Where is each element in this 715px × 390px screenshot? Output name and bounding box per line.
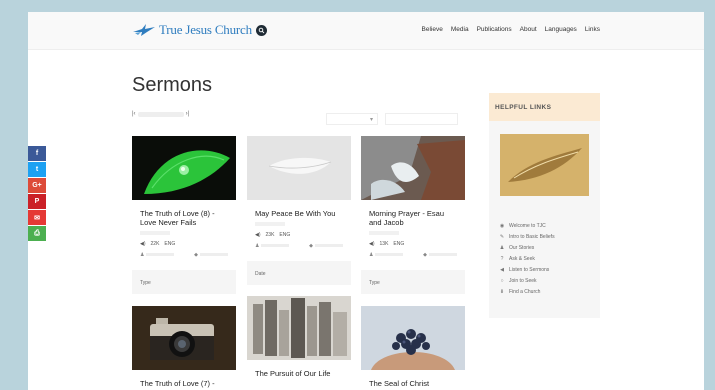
sermon-footer: Type: [132, 270, 236, 294]
sermon-title[interactable]: The Truth of Love (8) - Love Never Fails: [132, 209, 236, 227]
filter-select[interactable]: ▾: [326, 113, 378, 125]
helpful-link[interactable]: ✎ Intro to Basic Beliefs: [499, 231, 555, 242]
page-title: Sermons: [132, 74, 213, 96]
sermon-tags: ◀) 13K ENG: [361, 241, 465, 247]
sermon-language: ENG: [393, 241, 405, 247]
logo-text: True Jesus Church: [159, 22, 252, 37]
sermon-tags: ◀) 23K ENG: [247, 232, 351, 238]
helpful-links-panel: HELPFUL LINKS ◉ Welcome to TJC ✎ Intro to …: [489, 93, 600, 318]
speaker-icon: ◀): [140, 241, 146, 247]
sermon-thumbnail[interactable]: [247, 136, 351, 200]
sermon-footer: Type: [361, 270, 465, 294]
sermon-meta: ♟ ◆: [132, 252, 236, 258]
sermon-subtitle: [369, 231, 399, 235]
sermon-thumbnail[interactable]: [247, 296, 351, 360]
print-button[interactable]: ⎙: [28, 226, 46, 241]
sermon-meta: ♟ ◆: [361, 252, 465, 258]
sermon-thumbnail[interactable]: [132, 136, 236, 200]
filter-search-input[interactable]: [385, 113, 458, 125]
pagination: |‹ ›|: [132, 111, 189, 117]
sermon-title[interactable]: Morning Prayer - Esau and Jacob: [361, 209, 465, 227]
wrench-icon: ✎: [499, 233, 505, 240]
helpful-links-image[interactable]: [500, 134, 589, 196]
social-share-bar: f t G+ P ✉ ⎙: [28, 146, 46, 253]
sermon-views: 23K: [265, 232, 275, 238]
sermon-subtitle: [255, 222, 285, 226]
sermon-title[interactable]: The Pursuit of Our Life: [247, 369, 351, 378]
sermon-card[interactable]: The Truth of Love (7) -: [132, 306, 236, 388]
eye-icon: ◉: [499, 222, 505, 229]
helpful-link[interactable]: ♟ Our Stories: [499, 242, 555, 253]
user-icon: ♟: [140, 252, 175, 258]
pagination-bar[interactable]: [137, 111, 184, 117]
sermon-card[interactable]: The Seal of Christ: [361, 306, 465, 388]
sermon-tags: ◀) 22K ENG: [132, 241, 236, 247]
speaker-icon: ◀): [369, 241, 375, 247]
sermon-title[interactable]: The Seal of Christ: [361, 379, 465, 388]
speaker-icon: ◀): [255, 232, 261, 238]
prev-page-button[interactable]: |‹: [132, 111, 136, 117]
sermon-views: 22K: [150, 241, 160, 247]
sermon-title[interactable]: The Truth of Love (7) -: [132, 379, 236, 388]
sermon-thumbnail[interactable]: [132, 306, 236, 370]
nav-publications[interactable]: Publications: [477, 26, 512, 33]
twitter-share-button[interactable]: t: [28, 162, 46, 177]
pinterest-share-button[interactable]: P: [28, 194, 46, 209]
user-icon: ♟: [499, 244, 505, 251]
chevron-down-icon: ▾: [369, 117, 373, 123]
nav-media[interactable]: Media: [451, 26, 469, 33]
dove-logo-icon: [133, 24, 155, 36]
share-count: [28, 242, 46, 252]
clock-icon: ○: [500, 277, 504, 284]
helpful-link[interactable]: ◉ Welcome to TJC: [499, 220, 555, 231]
nav-links[interactable]: Links: [585, 26, 600, 33]
tag-icon: ◆: [309, 243, 343, 249]
sermon-language: ENG: [164, 241, 176, 247]
speaker-icon: ◀: [500, 266, 504, 273]
sermon-card[interactable]: The Pursuit of Our Life: [247, 296, 351, 378]
question-icon: ?: [500, 255, 504, 262]
site-header: True Jesus Church Believe Media Publicat…: [28, 12, 704, 50]
tag-icon: ◆: [423, 252, 457, 258]
sermon-thumbnail[interactable]: [361, 306, 465, 370]
search-icon[interactable]: [256, 25, 267, 36]
user-icon: ♟: [255, 243, 290, 249]
helpful-link[interactable]: ◀ Listen to Sermons: [499, 264, 555, 275]
helpful-links-list: ◉ Welcome to TJC ✎ Intro to Basic Beliefs …: [499, 220, 555, 297]
helpful-link[interactable]: ○ Join to Seek: [499, 275, 555, 286]
nav-believe[interactable]: Believe: [422, 26, 443, 33]
site-logo[interactable]: True Jesus Church: [132, 22, 252, 38]
sermon-title[interactable]: May Peace Be With You: [247, 209, 351, 218]
sermon-card[interactable]: The Truth of Love (8) - Love Never Fails…: [132, 136, 236, 294]
sermon-footer: Date: [247, 261, 351, 285]
main-nav: Believe Media Publications About Languag…: [422, 26, 600, 33]
sermon-language: ENG: [279, 232, 291, 238]
sermon-subtitle: [140, 231, 170, 235]
googleplus-share-button[interactable]: G+: [28, 178, 46, 193]
pin-icon: ⬇: [499, 288, 505, 295]
sermon-card[interactable]: May Peace Be With You ◀) 23K ENG ♟ ◆ Dat…: [247, 136, 351, 285]
sermon-views: 13K: [379, 241, 389, 247]
next-page-button[interactable]: ›|: [186, 111, 190, 117]
sermon-meta: ♟ ◆: [247, 243, 351, 249]
nav-about[interactable]: About: [520, 26, 537, 33]
sermon-card[interactable]: Morning Prayer - Esau and Jacob ◀) 13K E…: [361, 136, 465, 294]
user-icon: ♟: [369, 252, 404, 258]
helpful-link[interactable]: ⬇ Find a Church: [499, 286, 555, 297]
helpful-links-heading: HELPFUL LINKS: [489, 93, 600, 121]
web-page: True Jesus Church Believe Media Publicat…: [28, 12, 704, 390]
sermon-thumbnail[interactable]: [361, 136, 465, 200]
tag-icon: ◆: [194, 252, 228, 258]
email-share-button[interactable]: ✉: [28, 210, 46, 225]
nav-languages[interactable]: Languages: [545, 26, 577, 33]
helpful-link[interactable]: ? Ask & Seek: [499, 253, 555, 264]
facebook-share-button[interactable]: f: [28, 146, 46, 161]
